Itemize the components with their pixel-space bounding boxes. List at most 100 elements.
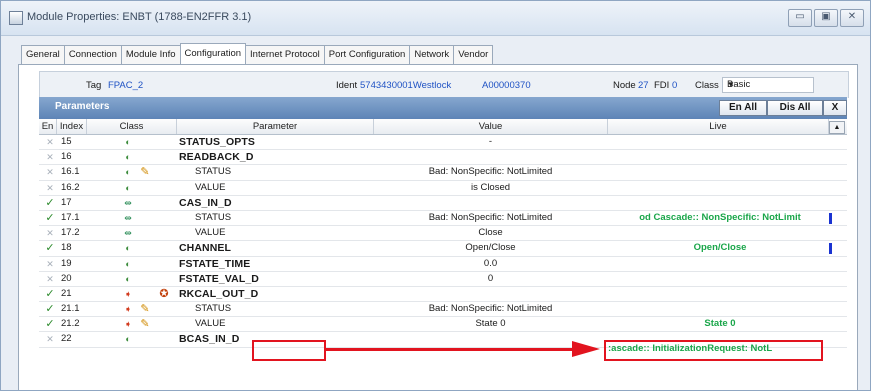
class-icon: ➧ <box>124 319 132 330</box>
table-row[interactable]: ✕ 19 ◐ FSTATE_TIME 0.0 <box>39 257 847 272</box>
parameter-name: FSTATE_TIME <box>179 257 251 270</box>
col-index[interactable]: Index <box>57 119 87 134</box>
table-row[interactable]: ✓ 21.1 ➧ ✎ STATUS Bad: NonSpecific: NotLimite… <box>39 302 847 318</box>
disabled-x-icon[interactable]: ✕ <box>41 272 59 286</box>
enabled-check-icon[interactable]: ✓ <box>41 302 59 316</box>
parameter-value <box>374 150 607 164</box>
class-icon: ➧ <box>124 304 132 315</box>
parameter-name: STATUS <box>195 211 232 223</box>
edit-pencil-icon: ✎ <box>140 166 150 179</box>
fdi-value: 0 <box>672 80 678 91</box>
enable-all-button[interactable]: En All <box>719 100 767 116</box>
parameter-name: FSTATE_VAL_D <box>179 272 259 285</box>
row-index: 17 <box>61 196 72 208</box>
parameter-value: - <box>488 136 493 147</box>
title-bar: Module Properties: ENBT (1788-EN2FFR 3.1… <box>1 1 870 36</box>
parameter-value: Bad: NonSpecific: NotLimited <box>428 303 553 315</box>
class-icon: ◐ <box>125 137 131 147</box>
disabled-x-icon[interactable]: ✕ <box>41 165 59 179</box>
row-index: 21.1 <box>61 303 80 315</box>
table-row[interactable]: ✕ 20 ◐ FSTATE_VAL_D 0 <box>39 272 847 287</box>
table-row[interactable]: ✕ 15 ◐ STATUS_OPTS - <box>39 135 847 151</box>
disabled-x-icon[interactable]: ✕ <box>41 226 59 240</box>
col-live[interactable]: Live <box>608 119 829 134</box>
table-row[interactable]: ✕ 17.2 ⇹ VALUE Close <box>39 226 847 242</box>
table-row[interactable]: ✓ 18 ◐ CHANNEL Open/Close Open/Close <box>39 241 847 257</box>
live-marker <box>829 212 832 224</box>
table-row[interactable]: ✓ 17 ⇹ CAS_IN_D <box>39 196 847 211</box>
row-index: 18 <box>61 242 72 254</box>
disabled-x-icon[interactable]: ✕ <box>41 181 59 195</box>
disabled-x-icon[interactable]: ✕ <box>41 332 59 346</box>
edit-pencil-icon: ✎ <box>140 318 150 331</box>
tab-vendor[interactable]: Vendor <box>453 45 494 64</box>
parameter-name: VALUE <box>195 227 226 239</box>
class-icon: ⇹ <box>124 228 132 239</box>
tab-network[interactable]: Network <box>409 45 455 64</box>
parameter-live: State 0 <box>704 318 736 330</box>
enabled-check-icon[interactable]: ✓ <box>41 287 59 301</box>
annotation-live-text: :ascade:: InitializationRequest: NotL <box>608 343 773 354</box>
row-index: 21.2 <box>61 318 80 330</box>
class-icon: ◐ <box>125 258 131 269</box>
table-row[interactable]: ✓ 17.1 ⇹ STATUS Bad: NonSpecific: NotLimited… <box>39 211 847 227</box>
table-row[interactable]: ✓ 21 ➧ ✪ RKCAL_OUT_D <box>39 287 847 303</box>
annotation-arrow-line <box>324 348 574 351</box>
col-en[interactable]: En <box>39 119 57 134</box>
row-index: 17.1 <box>61 211 80 223</box>
tab-module-info[interactable]: Module Info <box>120 45 181 64</box>
parameter-value <box>374 196 607 210</box>
parameter-value: Open/Close <box>465 242 516 254</box>
module-properties-window: Module Properties: ENBT (1788-EN2FFR 3.1… <box>0 0 871 391</box>
parameter-value: 0 <box>487 272 494 284</box>
class-icon: ◐ <box>125 182 131 193</box>
class-icon: ➧ <box>124 288 132 299</box>
tab-internet-protocol[interactable]: Internet Protocol <box>245 45 325 64</box>
col-value[interactable]: Value <box>374 119 608 134</box>
enabled-check-icon[interactable]: ✓ <box>41 211 59 225</box>
tab-bar: General Connection Module Info Configura… <box>21 43 494 65</box>
table-row[interactable]: ✕ 16.1 ◐ ✎ STATUS Bad: NonSpecific: NotLimite… <box>39 165 847 181</box>
enabled-check-icon[interactable]: ✓ <box>41 196 59 210</box>
node-value: 27 <box>638 80 649 91</box>
tab-configuration[interactable]: Configuration <box>179 43 247 64</box>
live-marker <box>829 243 832 255</box>
parameter-name: CAS_IN_D <box>179 196 232 209</box>
class-icon: ◐ <box>125 152 131 163</box>
tag-label: Tag <box>86 80 102 91</box>
column-menu-icon[interactable]: ▲ <box>829 121 845 134</box>
tab-port-configuration[interactable]: Port Configuration <box>323 45 411 64</box>
table-row[interactable]: ✕ 16 ◐ READBACK_D <box>39 150 847 166</box>
parameter-value: 0.0 <box>483 257 498 269</box>
row-index: 17.2 <box>61 227 80 239</box>
parameter-name: STATUS <box>195 166 232 178</box>
parameter-live: od Cascade:: NonSpecific: NotLimit <box>639 211 801 223</box>
parameters-title: Parameters <box>55 101 110 112</box>
enabled-check-icon[interactable]: ✓ <box>41 241 59 255</box>
tab-general[interactable]: General <box>21 45 65 64</box>
annotation-status-box <box>252 340 326 361</box>
node-label: Node <box>613 80 636 91</box>
parameter-value: Bad: NonSpecific: NotLimited <box>428 211 553 223</box>
minimize-button[interactable]: ▭ <box>788 9 812 27</box>
parameter-value <box>374 287 607 301</box>
parameter-value: State 0 <box>475 318 506 330</box>
table-row[interactable]: ✓ 21.2 ➧ ✎ VALUE State 0 State 0 <box>39 317 847 333</box>
tab-connection[interactable]: Connection <box>63 45 122 64</box>
close-parameters-button[interactable]: X <box>823 100 847 116</box>
tag-value: FPAC_2 <box>108 80 144 91</box>
parameter-name: RKCAL_OUT_D <box>179 287 259 300</box>
disabled-x-icon[interactable]: ✕ <box>41 257 59 271</box>
col-parameter[interactable]: Parameter <box>177 119 374 134</box>
maximize-button[interactable]: ▣ <box>814 9 838 27</box>
enabled-check-icon[interactable]: ✓ <box>41 317 59 331</box>
close-button[interactable]: ✕ <box>840 9 864 27</box>
disabled-x-icon[interactable]: ✕ <box>41 135 59 149</box>
parameter-value: is Closed <box>470 181 511 193</box>
col-class[interactable]: Class <box>87 119 177 134</box>
class-dropdown[interactable]: Basic ▼ <box>722 77 814 93</box>
row-index: 21 <box>61 287 72 299</box>
disable-all-button[interactable]: Dis All <box>767 100 823 116</box>
disabled-x-icon[interactable]: ✕ <box>41 150 59 164</box>
table-row[interactable]: ✕ 16.2 ◐ VALUE is Closed <box>39 181 847 196</box>
